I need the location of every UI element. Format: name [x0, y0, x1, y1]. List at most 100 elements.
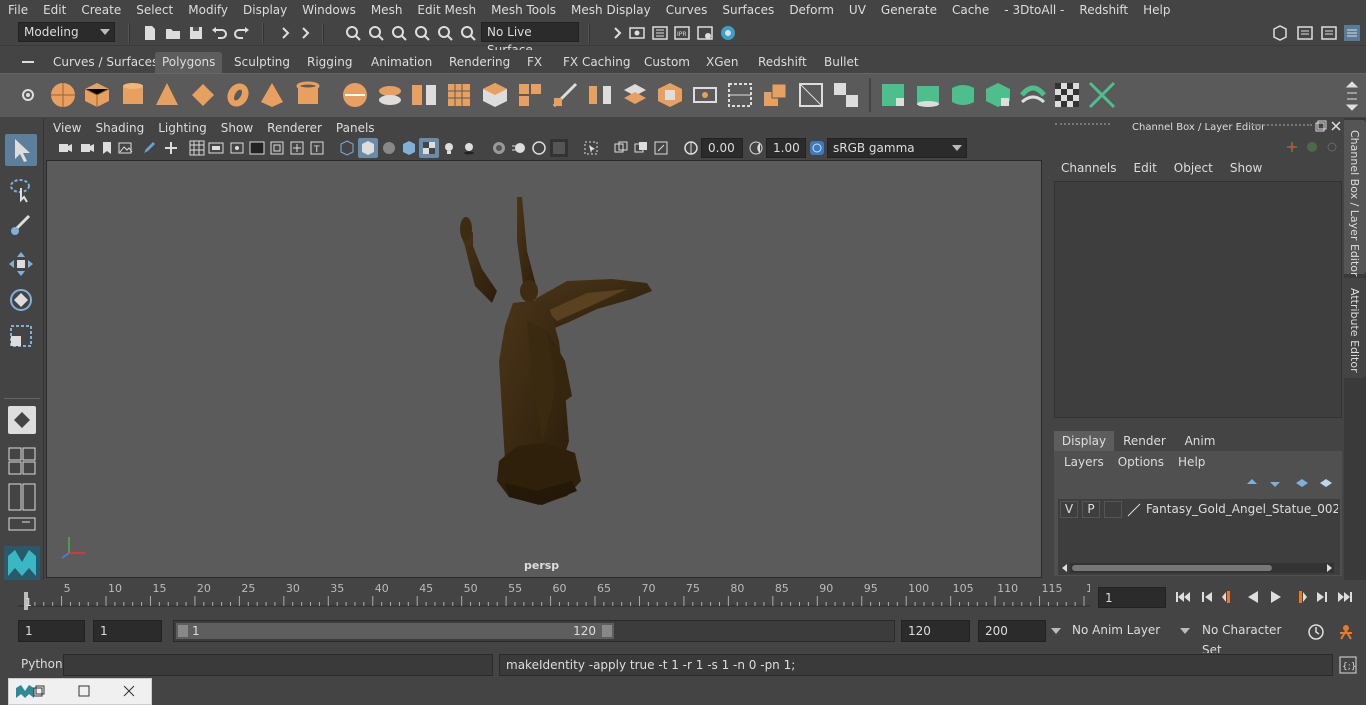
- expand-arrow-icon[interactable]: [296, 24, 314, 42]
- select-by-component-icon[interactable]: [390, 24, 408, 42]
- poly-cylinder-icon[interactable]: [118, 80, 148, 110]
- render-settings-icon[interactable]: [696, 24, 714, 42]
- ambient-occlusion-icon[interactable]: [491, 140, 507, 156]
- multi-cut-icon[interactable]: [550, 80, 580, 110]
- image-plane-icon[interactable]: [117, 140, 133, 156]
- resolution-gate-icon[interactable]: [229, 140, 245, 156]
- range-start-grip[interactable]: [178, 625, 188, 637]
- uv-checker-icon[interactable]: [1052, 80, 1082, 110]
- menu-file[interactable]: File: [0, 3, 35, 17]
- manipulator-icon[interactable]: [1285, 140, 1299, 154]
- depth-of-field-toggle[interactable]: [550, 139, 568, 157]
- tab-attribute-editor[interactable]: Attribute Editor: [1344, 278, 1366, 378]
- render-frame-icon[interactable]: [651, 24, 669, 42]
- character-set-field[interactable]: No Character Set: [1196, 620, 1296, 657]
- target-weld-icon[interactable]: [690, 80, 720, 110]
- time-slider[interactable]: 1 5 10 15 20 25 30 35 40 45 50 55 60 65 70 75 80 85 90 95 1…: [18, 582, 1100, 612]
- menu-select[interactable]: Select: [128, 3, 180, 17]
- maximize-icon[interactable]: [78, 685, 90, 697]
- current-frame-field[interactable]: 1: [1098, 587, 1166, 608]
- playback-end-field[interactable]: 120: [901, 620, 970, 642]
- layer-row[interactable]: V P Fantasy_Gold_Angel_Statue_002_laye: [1058, 499, 1340, 521]
- extrude-icon[interactable]: [515, 80, 545, 110]
- outliner-layout-icon[interactable]: [7, 516, 37, 532]
- default-material-icon[interactable]: [381, 140, 397, 156]
- edit-menu[interactable]: Edit: [1134, 161, 1157, 175]
- camera-icon[interactable]: [57, 140, 73, 156]
- help-menu[interactable]: Help: [1178, 455, 1205, 469]
- save-scene-icon[interactable]: [187, 24, 205, 42]
- shelf-tab-bullet[interactable]: Bullet: [817, 52, 866, 73]
- panel-menu-renderer[interactable]: Renderer: [259, 121, 328, 135]
- step-back-key-icon[interactable]: [1221, 589, 1239, 605]
- new-layer-icon[interactable]: [1294, 476, 1310, 490]
- menu-help[interactable]: Help: [1135, 3, 1177, 17]
- show-menu[interactable]: Show: [1230, 161, 1262, 175]
- menu-redshift[interactable]: Redshift: [1071, 3, 1135, 17]
- poly-cube-icon[interactable]: [82, 80, 112, 110]
- range-end-grip[interactable]: [602, 625, 612, 637]
- safe-title-icon[interactable]: T: [309, 140, 325, 156]
- script-language-label[interactable]: Python: [21, 657, 63, 671]
- script-editor-icon[interactable]: {;}: [1339, 656, 1357, 674]
- ipr-render-icon[interactable]: IPR: [673, 24, 691, 42]
- shelf-tab-custom[interactable]: Custom: [637, 52, 697, 73]
- keyable-icon[interactable]: [1305, 140, 1319, 154]
- tab-anim[interactable]: Anim: [1175, 431, 1225, 451]
- two-view-layout-icon[interactable]: [7, 482, 37, 512]
- step-forward-key-icon[interactable]: [1290, 589, 1308, 605]
- step-back-icon[interactable]: [1198, 589, 1216, 605]
- toolkit-icon[interactable]: [1271, 24, 1289, 42]
- snap-grid-icon[interactable]: [413, 24, 431, 42]
- motion-blur-icon[interactable]: [511, 140, 527, 156]
- layer-playback-toggle[interactable]: P: [1082, 501, 1100, 518]
- bookmark-icon[interactable]: [99, 140, 115, 156]
- shelf-tab-sculpting[interactable]: Sculpting: [227, 52, 297, 73]
- scroll-left-icon[interactable]: [1060, 563, 1068, 573]
- panel-menu-shading[interactable]: Shading: [87, 121, 150, 135]
- shelf-tab-polygons[interactable]: Polygons: [155, 52, 223, 73]
- camera-attributes-icon[interactable]: [79, 140, 95, 156]
- scroll-right-icon[interactable]: [1326, 563, 1334, 573]
- anti-aliasing-icon[interactable]: [531, 140, 547, 156]
- snap-point-icon[interactable]: [459, 24, 477, 42]
- shelf-tab-fx[interactable]: FX: [520, 52, 549, 73]
- grease-pencil-icon[interactable]: [141, 140, 157, 156]
- shelf-menu-icon[interactable]: [20, 56, 36, 68]
- scene-end-field[interactable]: 200: [978, 620, 1046, 642]
- menu-create[interactable]: Create: [73, 3, 128, 17]
- uv-editor-icon[interactable]: [1087, 80, 1117, 110]
- uv-auto-map-icon[interactable]: [983, 80, 1013, 110]
- chevron-down-icon[interactable]: [1050, 626, 1062, 636]
- menu-modify[interactable]: Modify: [180, 3, 235, 17]
- poly-plane-icon[interactable]: [188, 80, 218, 110]
- anim-layer-field[interactable]: No Anim Layer: [1066, 620, 1171, 642]
- menu-surfaces[interactable]: Surfaces: [714, 3, 781, 17]
- attribute-editor-toggle-icon[interactable]: [1296, 24, 1314, 42]
- tab-channel-box-layer-editor[interactable]: Channel Box / Layer Editor: [1344, 120, 1366, 277]
- snap-toggle-button[interactable]: [8, 406, 36, 434]
- smooth-shade-toggle[interactable]: [358, 138, 378, 158]
- live-surface-field[interactable]: No Live Surface: [481, 22, 579, 57]
- exposure-field[interactable]: 0.00: [701, 138, 743, 158]
- layer-name[interactable]: Fantasy_Gold_Angel_Statue_002_laye: [1146, 502, 1338, 516]
- film-gate-icon[interactable]: [208, 140, 224, 156]
- gear-icon[interactable]: [20, 87, 36, 103]
- undo-icon[interactable]: [210, 24, 228, 42]
- fit-view-icon[interactable]: [653, 140, 669, 156]
- shelf-scroll-icon[interactable]: [1346, 79, 1358, 113]
- tab-render[interactable]: Render: [1117, 431, 1172, 451]
- poly-pyramid-icon[interactable]: [257, 80, 287, 110]
- rotate-tool-button[interactable]: [5, 284, 37, 316]
- color-space-dropdown[interactable]: sRGB gamma: [827, 138, 967, 158]
- connect-icon[interactable]: [725, 80, 755, 110]
- bridge-icon[interactable]: [585, 80, 615, 110]
- frame-all-icon[interactable]: [613, 140, 629, 156]
- shadows-icon[interactable]: [461, 140, 477, 156]
- shelf-tab-rendering[interactable]: Rendering: [442, 52, 517, 73]
- xray-toggle[interactable]: [419, 138, 439, 158]
- scrollbar-thumb[interactable]: [1072, 565, 1272, 571]
- close-icon[interactable]: [1330, 120, 1342, 132]
- move-layer-up-icon[interactable]: [1244, 476, 1260, 490]
- layer-visibility-toggle[interactable]: V: [1060, 501, 1078, 518]
